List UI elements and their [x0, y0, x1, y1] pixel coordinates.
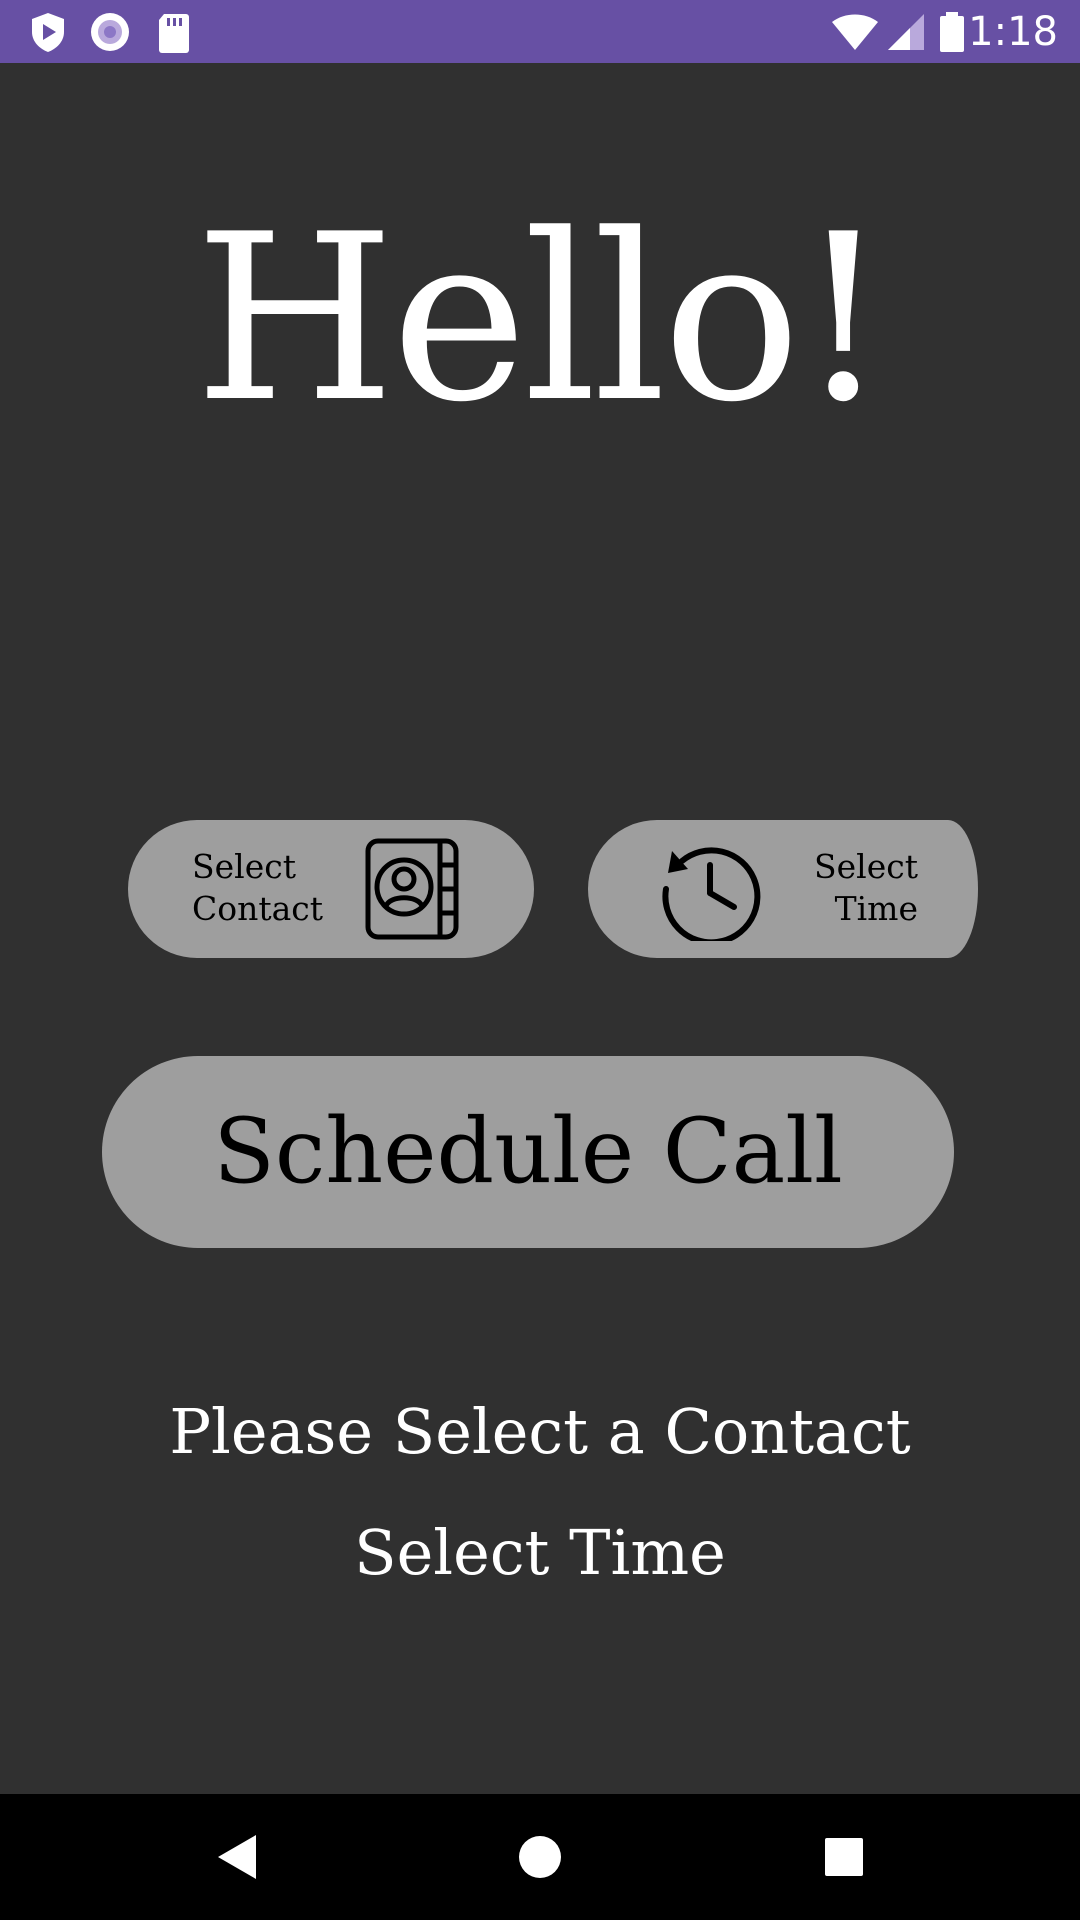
record-icon: [91, 13, 129, 51]
clock-history-icon: [662, 847, 761, 941]
home-icon[interactable]: [510, 1827, 570, 1887]
recents-icon[interactable]: [814, 1827, 874, 1887]
time-status-text: Select Time: [354, 1516, 726, 1589]
navigation-bar: [0, 1794, 1080, 1920]
sd-card-icon: [159, 14, 189, 53]
greeting-title: Hello!: [194, 186, 890, 453]
select-time-button[interactable]: Select Time: [588, 820, 978, 958]
clock: 1:18: [968, 9, 1058, 55]
back-icon[interactable]: [206, 1827, 266, 1887]
select-time-label: Select Time: [814, 847, 918, 928]
play-shield-icon: [32, 13, 64, 52]
select-contact-label: Select Contact: [192, 847, 324, 928]
battery-icon: [940, 12, 964, 52]
contact-status-text: Please Select a Contact: [169, 1395, 911, 1468]
status-bar: 1:18: [0, 0, 1080, 63]
select-contact-button[interactable]: Select Contact: [128, 820, 534, 958]
cell-signal-icon: [888, 14, 924, 50]
contact-book-icon: [365, 838, 459, 940]
wifi-icon: [832, 14, 878, 50]
schedule-call-label: Schedule Call: [213, 1099, 843, 1204]
schedule-call-button[interactable]: Schedule Call: [102, 1056, 954, 1248]
